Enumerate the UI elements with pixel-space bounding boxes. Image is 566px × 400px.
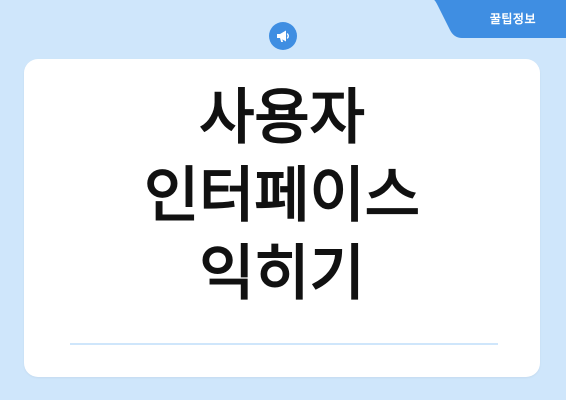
content-card: 사용자 인터페이스 익히기 — [24, 59, 540, 377]
header-tab-label[interactable]: 꿀팁정보 — [490, 10, 536, 27]
title-line-2: 인터페이스 — [144, 161, 420, 231]
megaphone-icon — [277, 30, 289, 42]
divider — [70, 343, 498, 345]
page-title: 사용자 인터페이스 익히기 — [24, 79, 540, 313]
megaphone-badge — [269, 22, 297, 50]
title-line-3: 익히기 — [199, 239, 365, 309]
title-line-1: 사용자 — [199, 83, 365, 153]
